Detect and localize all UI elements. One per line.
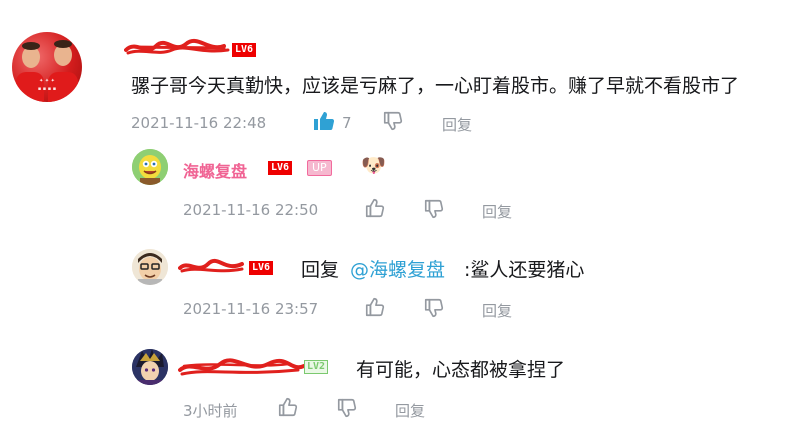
dog-emoji-icon: 🐶: [361, 153, 386, 177]
thumbs-up-icon: [314, 112, 335, 130]
reply-timestamp: 2021-11-16 22:50: [183, 201, 319, 219]
like-button[interactable]: [277, 396, 299, 422]
level-badge: LV6: [232, 43, 257, 57]
like-button[interactable]: [312, 109, 336, 137]
level-badge: LV6: [268, 161, 293, 175]
reply-text: :鲨人还要猪心: [464, 259, 585, 281]
dislike-button[interactable]: [336, 397, 358, 423]
reply-username[interactable]: 海螺复盘: [183, 158, 247, 182]
comment-timestamp: 2021-11-16 22:48: [131, 114, 267, 132]
thumbs-down-icon: [383, 111, 403, 131]
reply-button[interactable]: 回复: [482, 300, 512, 321]
reply-timestamp: 3小时前: [183, 402, 238, 420]
cartoon-face-avatar-icon: [132, 249, 168, 285]
thumbs-up-icon: [278, 397, 298, 417]
like-button[interactable]: [364, 296, 386, 322]
reply-button[interactable]: 回复: [395, 400, 425, 421]
dislike-button[interactable]: [423, 297, 445, 323]
reply-avatar[interactable]: [132, 149, 168, 185]
reply-avatar[interactable]: [132, 349, 168, 385]
reply-button[interactable]: 回复: [442, 114, 472, 135]
username-redacted[interactable]: [178, 356, 308, 380]
comment-text: 骡子哥今天真勤快，应该是亏麻了，一心盯着股市。赚了早就不看股市了: [131, 75, 740, 97]
dislike-button[interactable]: [423, 198, 445, 224]
username-redacted[interactable]: [124, 38, 234, 60]
reply-timestamp: 2021-11-16 23:57: [183, 300, 319, 318]
commenter-avatar[interactable]: ✦ ✦ ✦ ▪ ▪ ▪ ▪: [12, 32, 82, 102]
level-badge: LV2: [304, 360, 329, 374]
username-redacted[interactable]: [178, 258, 246, 276]
thumbs-down-icon: [424, 199, 444, 219]
thumbs-down-icon: [424, 298, 444, 318]
like-button[interactable]: [364, 197, 386, 223]
reply-avatar[interactable]: [132, 249, 168, 285]
thumbs-down-icon: [337, 398, 357, 418]
thumbs-up-icon: [365, 198, 385, 218]
reply-button[interactable]: 回复: [482, 201, 512, 222]
mention-link[interactable]: @海螺复盘: [350, 255, 445, 282]
level-badge: LV6: [249, 261, 274, 275]
up-badge: UP: [307, 160, 332, 176]
anime-character-avatar-icon: [132, 349, 168, 385]
reply-prefix: 回复: [301, 259, 340, 281]
dislike-button[interactable]: [382, 110, 404, 136]
thumbs-up-icon: [365, 297, 385, 317]
like-count: 7: [342, 114, 352, 132]
reply-text: 有可能，心态都被拿捏了: [356, 359, 566, 381]
spongebob-avatar-icon: [132, 149, 168, 185]
